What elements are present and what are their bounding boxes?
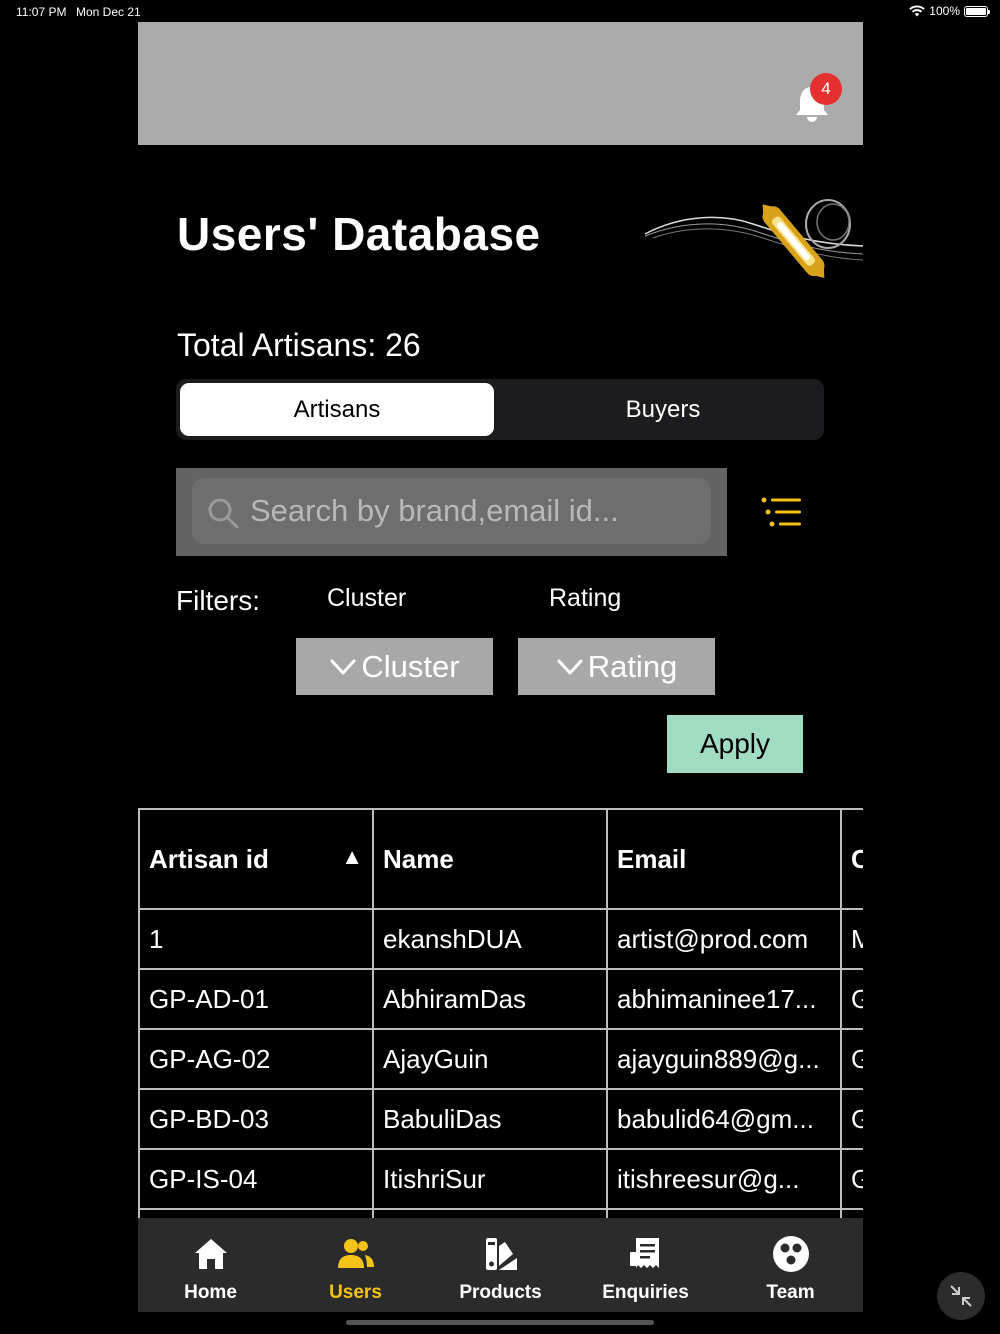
battery-percent: 100% [929,4,960,18]
tab-label: Products [459,1282,542,1303]
status-bar: 11:07 PM Mon Dec 21 100% [0,0,1000,24]
chevron-down-icon [330,659,356,674]
column-header-email[interactable]: Email [606,808,842,910]
collapse-button[interactable] [937,1272,985,1320]
rating-dropdown-label: Rating [587,648,678,684]
tab-label: Enquiries [602,1282,689,1303]
search-icon [208,498,239,529]
cell-cluster: M [840,908,863,970]
home-indicator[interactable] [346,1320,654,1325]
column-header-cluster[interactable]: C [840,808,863,910]
table-row[interactable] [138,1208,863,1218]
cell-cluster: G [840,968,863,1030]
cell-name: ekanshDUA [372,908,608,970]
cell-artisan-id: GP-AG-02 [138,1028,374,1090]
cell-cluster: G [840,1088,863,1150]
column-header-artisan-id[interactable]: Artisan id ▲ [138,808,374,910]
total-artisans-count: Total Artisans: 26 [177,327,421,363]
table-row[interactable]: GP-BD-03 BabuliDas babulid64@gm... G [138,1088,863,1150]
cell-name: AbhiramDas [372,968,608,1030]
table-header-row: Artisan id ▲ Name Email C [138,808,863,910]
bottom-tab-bar: Home Users Products Enquiries Team [138,1218,863,1312]
cell-artisan-id: GP-AD-01 [138,968,374,1030]
products-icon [485,1238,517,1270]
search-field [192,478,711,544]
tab-label: Team [766,1282,815,1303]
status-time: 11:07 PM [16,5,67,19]
apply-button[interactable]: Apply [667,715,803,773]
segment-buyers[interactable]: Buyers [506,383,820,436]
column-header-label: Artisan id [149,843,269,874]
battery-icon [964,5,990,17]
tab-enquiries[interactable]: Enquiries [573,1218,718,1312]
status-date: Mon Dec 21 [76,5,141,19]
notification-badge: 4 [810,73,842,105]
table-row[interactable]: GP-IS-04 ItishriSur itishreesur@g... G [138,1148,863,1210]
home-icon [194,1239,227,1269]
table-row[interactable]: GP-AD-01 AbhiramDas abhimaninee17... G [138,968,863,1030]
cluster-filter-heading: Cluster [327,584,407,612]
users-icon [337,1239,374,1268]
cell-artisan-id: 1 [138,908,374,970]
tab-label: Users [329,1282,382,1303]
chevron-down-icon [557,659,583,674]
table-row[interactable]: 1 ekanshDUA artist@prod.com M [138,908,863,970]
loom-shuttle-logo [644,199,863,278]
cell-name: BabuliDas [372,1088,608,1150]
collapse-arrows-icon [950,1285,972,1307]
column-header-name[interactable]: Name [372,808,608,910]
rating-filter-heading: Rating [549,584,622,612]
page-title: Users' Database [177,208,541,260]
top-banner [138,22,863,145]
artisans-table: Artisan id ▲ Name Email C 1 ekanshDUA ar… [138,808,863,1218]
cell-cluster: G [840,1148,863,1210]
cell-email: abhimaninee17... [606,968,842,1030]
search-bar [176,468,727,556]
cluster-dropdown[interactable]: Cluster [296,638,493,695]
cell-artisan-id: GP-IS-04 [138,1148,374,1210]
enquiries-icon [629,1238,659,1268]
cell-name: AjayGuin [372,1028,608,1090]
cell-name: ItishriSur [372,1148,608,1210]
tab-users[interactable]: Users [283,1218,428,1312]
sort-ascending-icon[interactable]: ▲ [341,844,363,870]
cell-artisan-id: GP-BD-03 [138,1088,374,1150]
tab-label: Home [184,1282,237,1303]
team-icon [772,1236,809,1272]
user-type-segmented-control: Artisans Buyers [176,379,824,440]
tab-home[interactable]: Home [138,1218,283,1312]
tab-team[interactable]: Team [718,1218,863,1312]
status-indicators: 100% [909,4,990,18]
table-row[interactable]: GP-AG-02 AjayGuin ajayguin889@g... G [138,1028,863,1090]
wifi-icon [909,5,926,17]
rating-dropdown[interactable]: Rating [518,638,715,695]
cell-email: ajayguin889@g... [606,1028,842,1090]
filter-list-icon[interactable] [758,492,806,532]
filters-label: Filters: [176,585,260,616]
cluster-dropdown-label: Cluster [361,648,460,684]
cell-email: itishreesur@g... [606,1148,842,1210]
app-frame: 4 Users' Database Total Artisans: 26 Art… [138,22,863,1312]
cell-email: babulid64@gm... [606,1088,842,1150]
cell-cluster: G [840,1028,863,1090]
segment-artisans[interactable]: Artisans [180,383,494,436]
cell-email: artist@prod.com [606,908,842,970]
search-input[interactable] [250,478,700,544]
tab-products[interactable]: Products [428,1218,573,1312]
